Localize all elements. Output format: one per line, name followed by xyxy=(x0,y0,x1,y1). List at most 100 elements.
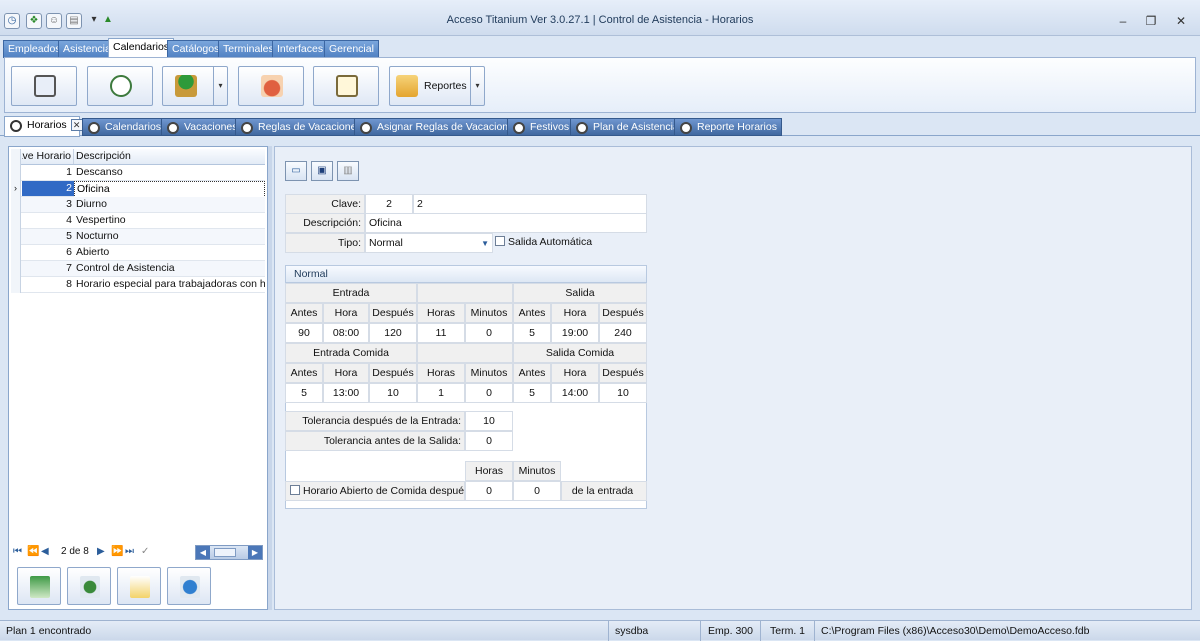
tab-catalogos[interactable]: Catálogos xyxy=(167,40,225,58)
prev-record-icon[interactable]: ◀ xyxy=(41,546,49,557)
tolerancia-entrada-label: Tolerancia después de la Entrada: xyxy=(285,411,465,431)
scroll-right-icon[interactable]: ▶ xyxy=(248,546,262,559)
tolerancia-salida-label: Tolerancia antes de la Salida: xyxy=(285,431,465,451)
salida-comida-despues-input[interactable]: 10 xyxy=(599,383,647,403)
salida-comida-hora-input[interactable]: 14:00 xyxy=(551,383,599,403)
close-button[interactable]: ✕ xyxy=(1170,12,1192,30)
horas-header: Horas xyxy=(417,303,465,323)
first-record-icon[interactable]: ⏮ xyxy=(13,546,22,557)
close-tab-icon[interactable]: ✕ xyxy=(70,119,83,131)
new-button[interactable]: ▭ xyxy=(285,161,307,181)
tab-festivos[interactable]: Festivos xyxy=(507,118,575,136)
tolerancia-entrada-input[interactable]: 10 xyxy=(465,411,513,431)
row-descripcion: Oficina xyxy=(74,181,265,198)
row-clave: 2 xyxy=(22,181,74,196)
scroll-left-icon[interactable]: ◀ xyxy=(196,546,210,559)
horario-abierto-checkbox[interactable]: Horario Abierto de Comida despué de xyxy=(285,481,465,501)
delete-button[interactable]: ▥ xyxy=(337,161,359,181)
export-excel-button[interactable] xyxy=(17,567,61,605)
tab-vacaciones[interactable]: Vacaciones xyxy=(161,118,243,136)
tab-horarios[interactable]: Horarios ✕ xyxy=(4,116,83,137)
table-row[interactable]: 3 Diurno xyxy=(11,197,265,213)
salida-automatica-checkbox[interactable]: Salida Automática xyxy=(495,236,592,248)
table-row[interactable]: 7 Control de Asistencia xyxy=(11,261,265,277)
clave-input[interactable]: 2 xyxy=(365,194,413,214)
restore-button[interactable]: ❐ xyxy=(1140,12,1162,30)
tipo-select[interactable]: Normal ▼ xyxy=(365,233,493,253)
last-record-icon[interactable]: ⏭ xyxy=(125,546,134,557)
status-message: Plan 1 encontrado xyxy=(6,625,92,637)
tolerancia-salida-input[interactable]: 0 xyxy=(465,431,513,451)
title-bar: ◷ ❖ ☺ ▤ ▾ ▲ Acceso Titanium Ver 3.0.27.1… xyxy=(0,0,1200,36)
next-page-icon[interactable]: ⏩ xyxy=(111,546,123,557)
entrada-comida-despues-input[interactable]: 10 xyxy=(369,383,417,403)
minimize-button[interactable]: – xyxy=(1112,12,1134,30)
tab-empleados[interactable]: Empleados xyxy=(3,40,66,58)
tab-gerencial[interactable]: Gerencial xyxy=(324,40,379,58)
clock-icon xyxy=(88,122,100,134)
window-title: Acceso Titanium Ver 3.0.27.1 | Control d… xyxy=(446,14,754,26)
calendar-button[interactable] xyxy=(11,66,77,106)
export-xml-button[interactable] xyxy=(67,567,111,605)
table-row[interactable]: 8 Horario especial para trabajadoras con … xyxy=(11,277,265,293)
entrada-antes-input[interactable]: 90 xyxy=(285,323,323,343)
save-button[interactable]: ▣ xyxy=(311,161,333,181)
tab-asignar-reglas[interactable]: Asignar Reglas de Vacaciones xyxy=(354,118,525,136)
pane-splitter[interactable] xyxy=(268,146,272,610)
row-clave: 3 xyxy=(66,198,72,210)
abierto-minutos-input[interactable]: 0 xyxy=(513,481,561,501)
tab-label: Festivos xyxy=(530,121,570,133)
prev-page-icon[interactable]: ⏪ xyxy=(27,546,39,557)
comida-horas-input[interactable]: 1 xyxy=(417,383,465,403)
entrada-hora-input[interactable]: 08:00 xyxy=(323,323,369,343)
minutos-header: Minutos xyxy=(465,363,513,383)
pager-text: 2 de 8 xyxy=(61,546,89,557)
txt-icon xyxy=(130,576,150,598)
plan-button[interactable] xyxy=(313,66,379,106)
col-descripcion-header[interactable]: Descripción xyxy=(74,149,265,164)
salida-comida-antes-input[interactable]: 5 xyxy=(513,383,551,403)
export-txt-button[interactable] xyxy=(117,567,161,605)
salida-antes-input[interactable]: 5 xyxy=(513,323,551,343)
entrada-comida-antes-input[interactable]: 5 xyxy=(285,383,323,403)
row-clave: 7 xyxy=(66,262,72,274)
horario-abierto-label: Horario Abierto de Comida despué de xyxy=(303,485,465,497)
antes-header: Antes xyxy=(513,303,551,323)
jornada-horas-input[interactable]: 11 xyxy=(417,323,465,343)
tab-plan-asistencia[interactable]: Plan de Asistencia xyxy=(570,118,684,136)
jornada-minutos-input[interactable]: 0 xyxy=(465,323,513,343)
table-row-selected[interactable]: › 2 Oficina xyxy=(11,181,265,198)
holiday-button[interactable] xyxy=(238,66,304,106)
vacation-dropdown[interactable]: ▾ xyxy=(213,67,227,105)
table-row[interactable]: 5 Nocturno xyxy=(11,229,265,245)
descripcion-input[interactable]: Oficina xyxy=(365,213,647,233)
reportes-button[interactable]: Reportes ▾ xyxy=(389,66,485,106)
salida-hora-input[interactable]: 19:00 xyxy=(551,323,599,343)
confirm-icon[interactable]: ✓ xyxy=(141,546,149,557)
salida-header: Salida xyxy=(513,283,647,303)
next-record-icon[interactable]: ▶ xyxy=(97,546,105,557)
scroll-thumb[interactable] xyxy=(214,548,236,557)
table-row[interactable]: 6 Abierto xyxy=(11,245,265,261)
tab-terminales[interactable]: Terminales xyxy=(218,40,279,58)
horario-detail-pane: ▭ ▣ ▥ Clave: 2 2 Descripción: Oficina Ti… xyxy=(274,146,1192,610)
export-html-button[interactable] xyxy=(167,567,211,605)
tab-reporte-horarios[interactable]: Reporte Horarios xyxy=(674,118,782,136)
tab-interfaces[interactable]: Interfaces xyxy=(272,40,329,58)
col-clave-header[interactable]: Clave Horario xyxy=(22,149,74,164)
horizontal-scrollbar[interactable]: ◀ ▶ xyxy=(195,545,263,560)
salida-despues-input[interactable]: 240 xyxy=(599,323,647,343)
clock-button[interactable] xyxy=(87,66,153,106)
entrada-comida-hora-input[interactable]: 13:00 xyxy=(323,383,369,403)
tab-calendarios-doc[interactable]: Calendarios xyxy=(82,118,167,136)
vacation-button[interactable]: ▾ xyxy=(162,66,228,106)
abierto-horas-input[interactable]: 0 xyxy=(465,481,513,501)
comida-minutos-input[interactable]: 0 xyxy=(465,383,513,403)
table-row[interactable]: 4 Vespertino xyxy=(11,213,265,229)
entrada-despues-input[interactable]: 120 xyxy=(369,323,417,343)
reportes-dropdown[interactable]: ▾ xyxy=(470,67,484,105)
tab-calendarios[interactable]: Calendarios xyxy=(108,38,175,58)
despues-header: Después xyxy=(369,363,417,383)
tab-reglas-vacaciones[interactable]: Reglas de Vacaciones xyxy=(235,118,367,136)
table-row[interactable]: 1 Descanso xyxy=(11,165,265,181)
